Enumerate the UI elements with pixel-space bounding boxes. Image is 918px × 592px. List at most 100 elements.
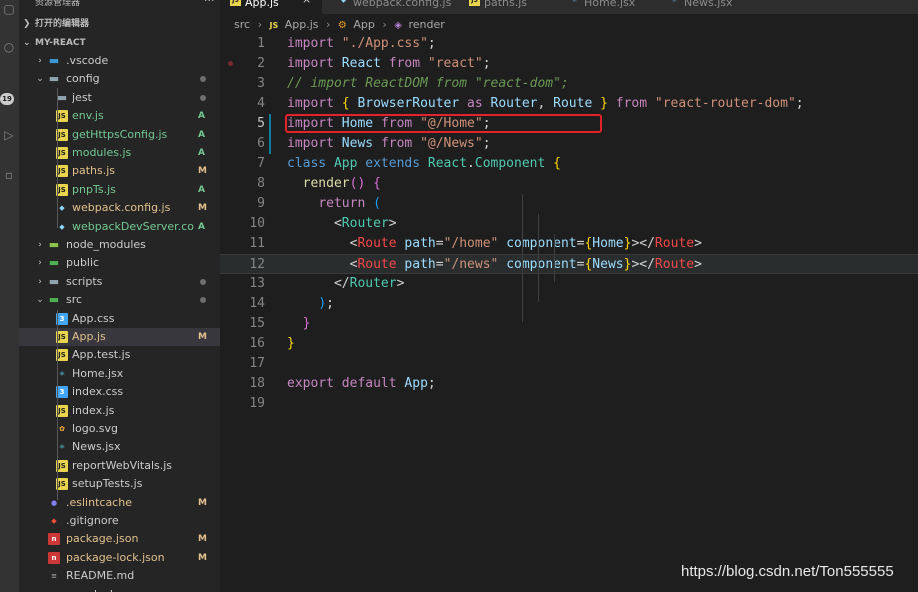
extensions-icon[interactable]: ▫ bbox=[2, 168, 16, 182]
breakpoint-dot[interactable] bbox=[228, 61, 233, 66]
tree-file-index-js[interactable]: JS index.js bbox=[19, 402, 220, 420]
tree-folder-jest[interactable]: ›▬jest bbox=[19, 89, 220, 107]
code-line[interactable]: 16} bbox=[220, 334, 918, 354]
tree-file-webpack-config-js[interactable]: ◆ webpack.config.js M bbox=[19, 199, 220, 217]
close-icon[interactable]: × bbox=[302, 0, 311, 5]
code-line[interactable]: 15 } bbox=[220, 314, 918, 334]
code-line[interactable]: 7 class App extends React.Component { bbox=[220, 154, 918, 174]
open-editors-section[interactable]: ❯ 打开的编辑器 bbox=[19, 15, 220, 33]
code-line[interactable]: 4 import { BrowserRouter as Router, Route… bbox=[220, 94, 918, 114]
code-line[interactable]: 17 bbox=[220, 354, 918, 374]
tree-item-label: .eslintcache bbox=[66, 495, 132, 509]
code-line[interactable]: 1 import "./App.css"; bbox=[220, 34, 918, 54]
project-section[interactable]: ⌄ MY-REACT bbox=[19, 34, 220, 52]
git-status-badge: M bbox=[198, 534, 207, 545]
tree-item-label: env.js bbox=[72, 109, 104, 123]
explorer-icon[interactable]: ▢ bbox=[2, 2, 16, 16]
code-line[interactable]: 8 render() { bbox=[220, 174, 918, 194]
breadcrumb-item-method[interactable]: render bbox=[408, 16, 444, 34]
line-number: 6 bbox=[257, 136, 265, 151]
tree-file-package-json[interactable]: n package.json M bbox=[19, 530, 220, 548]
eslint-icon: ● bbox=[50, 498, 58, 507]
tree-file-modules-js[interactable]: JS modules.js A bbox=[19, 144, 220, 162]
tree-file-news-jsx[interactable]: ⚛ News.jsx bbox=[19, 438, 220, 456]
line-number: 7 bbox=[257, 156, 265, 171]
tree-folder-src[interactable]: ⌄ ▬ src bbox=[19, 291, 220, 309]
code-line[interactable]: 10 <Router> bbox=[220, 214, 918, 234]
tree-item-label: package-lock.json bbox=[66, 550, 165, 564]
search-icon[interactable]: ○ bbox=[2, 40, 16, 54]
tree-folder-scripts[interactable]: › ▬ scripts bbox=[19, 273, 220, 291]
tab-news-jsx[interactable]: ⚛ News.jsx bbox=[653, 0, 753, 14]
webpack-icon: ◆ bbox=[341, 0, 346, 4]
git-status-badge: M bbox=[198, 203, 207, 214]
tree-item-label: App.js bbox=[72, 330, 106, 343]
tab-paths-js[interactable]: JS paths.js bbox=[453, 0, 553, 14]
tree-file-readme-md[interactable]: ≡ README.md bbox=[19, 567, 220, 585]
tree-file-reportwebvitals-js[interactable]: JS reportWebVitals.js bbox=[19, 457, 220, 475]
tree-item-label: Home.jsx bbox=[72, 366, 124, 380]
breadcrumb-item-src[interactable]: src bbox=[234, 16, 250, 34]
tree-file-pnpts-js[interactable]: JS pnpTs.js A bbox=[19, 181, 220, 199]
code-text: </Router> bbox=[333, 276, 405, 291]
code-line[interactable]: 12 <Route path="/news" component={News}>… bbox=[220, 254, 918, 274]
tree-item-label: .vscode bbox=[66, 54, 109, 67]
more-actions-icon[interactable]: ··· bbox=[204, 0, 215, 7]
tree-indent-guide bbox=[57, 310, 58, 500]
tree-folder-vscode[interactable]: › ▬ .vscode bbox=[19, 52, 220, 70]
tree-folder-public[interactable]: › ▬ public bbox=[19, 254, 220, 272]
tree-file-setuptests-js[interactable]: JS setupTests.js bbox=[19, 475, 220, 493]
git-status-dot bbox=[200, 94, 206, 101]
code-text: import { BrowserRouter as Router, Route … bbox=[287, 96, 804, 111]
tree-file-index-css[interactable]: 3 index.css bbox=[19, 383, 220, 401]
line-number: 1 bbox=[257, 36, 265, 51]
code-line[interactable]: 11 <Route path="/home" component={Home}>… bbox=[220, 234, 918, 254]
tree-file-logo-svg[interactable]: ✿ logo.svg bbox=[19, 420, 220, 438]
chevron-right-icon: › bbox=[326, 18, 331, 31]
tree-folder-config[interactable]: ⌄ ▬ config bbox=[19, 70, 220, 88]
tree-file-home-jsx[interactable]: ⚛ Home.jsx bbox=[19, 365, 220, 383]
tree-file-package-lock-json[interactable]: n package-lock.json M bbox=[19, 549, 220, 567]
js-icon: JS bbox=[469, 0, 480, 6]
line-number: 4 bbox=[257, 96, 265, 111]
tree-file-webpackdevserver-co[interactable]: ◆ webpackDevServer.co... A bbox=[19, 218, 220, 236]
tree-file-env-js[interactable]: JS env.js A bbox=[19, 107, 220, 125]
breadcrumb-item-class[interactable]: App bbox=[353, 16, 375, 34]
code-line[interactable]: 2 import React from "react"; bbox=[220, 54, 918, 74]
code-line[interactable]: 6 import News from "@/News"; bbox=[220, 134, 918, 154]
code-line[interactable]: 14 ); bbox=[220, 294, 918, 314]
breadcrumb-item-file[interactable]: App.js bbox=[285, 16, 319, 34]
tree-item-label: src bbox=[66, 293, 83, 307]
code-text: <Route path="/news" component={News}></R… bbox=[349, 257, 702, 272]
tree-file-gethttpsconfig-js[interactable]: JS getHttpsConfig.js A bbox=[19, 126, 220, 144]
tree-folder-node-modules[interactable]: › ▬ node_modules bbox=[19, 236, 220, 254]
tree-item-label: pnpTs.js bbox=[72, 182, 116, 196]
readme-icon: ≡ bbox=[51, 572, 57, 581]
code-line[interactable]: 3 // import ReactDOM from "react-dom"; bbox=[220, 74, 918, 94]
git-icon: ◆ bbox=[51, 517, 57, 525]
chevron-right-icon: › bbox=[257, 18, 262, 31]
tree-file-app-js[interactable]: JS App.js M bbox=[19, 328, 220, 346]
tree-file-eslintcache[interactable]: ● .eslintcache M bbox=[19, 494, 220, 512]
tab-label: webpack.config.js bbox=[353, 0, 452, 9]
npm-icon: n bbox=[48, 533, 60, 546]
tree-file-app-test-js[interactable]: JS App.test.js bbox=[19, 346, 220, 364]
tree-file-gitignore[interactable]: ◆ .gitignore bbox=[19, 512, 220, 530]
js-icon: JS bbox=[269, 21, 279, 30]
method-icon: ◈ bbox=[394, 20, 402, 31]
code-text: import "./App.css"; bbox=[287, 36, 436, 51]
tree-file-app-css[interactable]: 3 App.css bbox=[19, 310, 220, 328]
code-line[interactable]: 18 export default App; bbox=[220, 374, 918, 394]
code-line[interactable]: 19 bbox=[220, 394, 918, 414]
code-line[interactable]: 13 </Router> bbox=[220, 274, 918, 294]
run-debug-icon[interactable]: ▷ bbox=[2, 128, 16, 142]
tree-file-paths-js[interactable]: JS paths.js M bbox=[19, 162, 220, 180]
code-line[interactable]: 9 return ( bbox=[220, 194, 918, 214]
tab-home-jsx[interactable]: ⚛ Home.jsx bbox=[553, 0, 653, 14]
tree-file-yarn-lock[interactable]: ● yarn.lock bbox=[19, 586, 220, 592]
tab-app-js[interactable]: JS App.js × bbox=[220, 0, 322, 14]
code-text: // import ReactDOM from "react-dom"; bbox=[287, 76, 569, 91]
chevron-right-icon: › bbox=[38, 240, 42, 250]
tab-webpack-config-js[interactable]: ◆ webpack.config.js bbox=[322, 0, 452, 14]
public-folder-icon: ▬ bbox=[48, 256, 60, 270]
